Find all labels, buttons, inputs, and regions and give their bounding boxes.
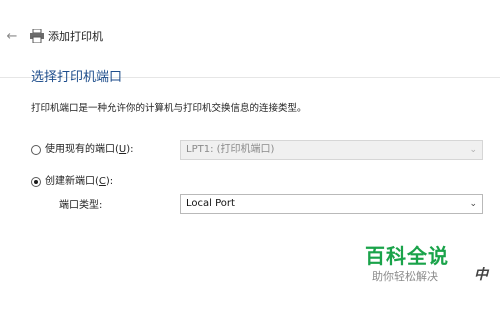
printer-icon <box>30 29 44 43</box>
port-type-value: Local Port <box>186 198 235 209</box>
window-title: 添加打印机 <box>48 30 103 43</box>
existing-port-value: LPT1: (打印机端口) <box>186 144 275 155</box>
watermark-corner-text: 中 <box>474 267 488 283</box>
page-description: 打印机端口是一种允许你的计算机与打印机交换信息的连接类型。 <box>31 103 307 114</box>
watermark-slogan: 助你轻松解决 <box>372 270 438 283</box>
radio-use-existing-port[interactable]: 使用现有的端口(U): <box>31 143 134 157</box>
radio-create-new-port[interactable]: 创建新端口(C): <box>31 175 113 189</box>
port-type-select[interactable]: Local Port ⌄ <box>180 194 483 214</box>
port-type-label: 端口类型: <box>59 200 103 211</box>
back-button[interactable]: ← <box>5 30 19 44</box>
radio-button-new[interactable] <box>31 177 41 187</box>
existing-port-select[interactable]: LPT1: (打印机端口) ⌄ <box>180 140 483 160</box>
radio-new-label: 创建新端口(C): <box>45 176 114 187</box>
back-arrow-icon: ← <box>6 29 18 44</box>
chevron-down-icon: ⌄ <box>469 199 477 209</box>
page-heading: 选择打印机端口 <box>31 70 123 85</box>
radio-button-existing[interactable] <box>31 145 41 155</box>
radio-existing-label: 使用现有的端口(U): <box>45 144 134 155</box>
chevron-down-icon: ⌄ <box>469 145 477 155</box>
watermark-logo-text: 百科全说 <box>365 244 449 268</box>
